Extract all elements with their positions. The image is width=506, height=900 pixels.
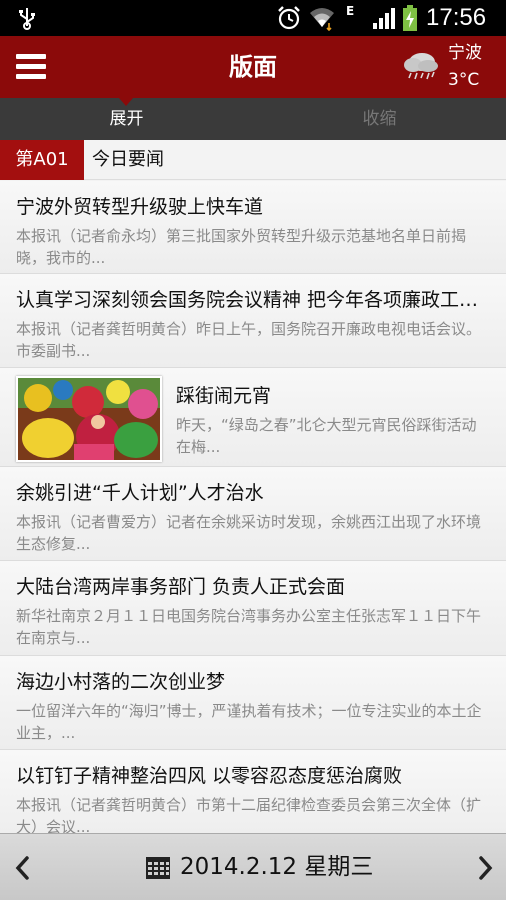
- article-item[interactable]: 海边小村落的二次创业梦 一位留洋六年的“海归”博士，严谨执着有技术；一位专注实业…: [0, 656, 506, 750]
- article-summary: 新华社南京２月１１日电国务院台湾事务办公室主任张志军１１日下午在南京与...: [16, 607, 482, 647]
- rain-cloud-icon[interactable]: [402, 48, 440, 84]
- article-item[interactable]: 以钉钉子精神整治四风 以零容忍态度惩治腐败 本报讯（记者龚哲明黄合）市第十二届纪…: [0, 750, 506, 833]
- lantern-festival-image: [18, 378, 160, 460]
- article-title: 余姚引进“千人计划”人才治水: [16, 482, 264, 504]
- date-navigation-bar: 2014.2.12 星期三: [0, 833, 506, 900]
- article-summary: 昨天，“绿岛之春”北仑大型元宵民俗踩街活动在梅...: [176, 416, 477, 456]
- weather-city[interactable]: 宁波: [448, 42, 482, 64]
- tab-expand[interactable]: 展开: [0, 98, 253, 140]
- article-summary: 一位留洋六年的“海归”博士，严谨执着有技术；一位专注实业的本土企业主，...: [16, 702, 482, 742]
- article-summary: 本报讯（记者曹爱方）记者在余姚采访时发现，余姚西江出现了水环境生态修复...: [16, 513, 482, 553]
- alarm-icon: [278, 6, 300, 30]
- article-title: 海边小村落的二次创业梦: [16, 671, 226, 693]
- article-summary: 本报讯（记者龚哲明黄合）昨日上午，国务院召开廉政电视电话会议。市委副书...: [16, 320, 482, 360]
- tab-bar: 展开 收缩: [0, 98, 506, 140]
- article-title: 认真学习深刻领会国务院会议精神 把今年各项廉政工作落到实处: [16, 289, 492, 311]
- article-title: 大陆台湾两岸事务部门 负责人正式会面: [16, 576, 346, 598]
- article-item[interactable]: 大陆台湾两岸事务部门 负责人正式会面 新华社南京２月１１日电国务院台湾事务办公室…: [0, 561, 506, 656]
- app-bar: 版面 宁波 3°C: [0, 36, 506, 98]
- battery-charging-icon: [403, 5, 417, 31]
- chevron-right-icon[interactable]: [470, 848, 500, 888]
- article-list[interactable]: 宁波外贸转型升级驶上快车道 本报讯（记者俞永均）第三批国家外贸转型升级示范基地名…: [0, 181, 506, 833]
- current-date[interactable]: 2014.2.12 星期三: [180, 851, 373, 883]
- article-item[interactable]: 踩街闹元宵 昨天，“绿岛之春”北仑大型元宵民俗踩街活动在梅...: [0, 368, 506, 467]
- article-item[interactable]: 认真学习深刻领会国务院会议精神 把今年各项廉政工作落到实处 本报讯（记者龚哲明黄…: [0, 274, 506, 368]
- chevron-left-icon[interactable]: [8, 848, 38, 888]
- section-page-badge: 第A01: [0, 140, 84, 180]
- article-title: 以钉钉子精神整治四风 以零容忍态度惩治腐败: [16, 765, 403, 787]
- article-summary: 本报讯（记者俞永均）第三批国家外贸转型升级示范基地名单日前揭晓，我市的...: [16, 227, 467, 267]
- wifi-icon: [310, 8, 334, 31]
- article-item[interactable]: 余姚引进“千人计划”人才治水 本报讯（记者曹爱方）记者在余姚采访时发现，余姚西江…: [0, 467, 506, 561]
- section-header[interactable]: 第A01 今日要闻: [0, 140, 506, 180]
- calendar-icon[interactable]: [146, 857, 170, 879]
- usb-icon: [19, 8, 35, 30]
- section-title: 今日要闻: [92, 149, 164, 170]
- article-item[interactable]: 宁波外贸转型升级驶上快车道 本报讯（记者俞永均）第三批国家外贸转型升级示范基地名…: [0, 181, 506, 274]
- tab-collapse[interactable]: 收缩: [253, 98, 506, 140]
- signal-icon: [373, 8, 395, 29]
- article-summary: 本报讯（记者龚哲明黄合）市第十二届纪律检查委员会第三次全体（扩大）会议...: [16, 796, 482, 833]
- article-title: 宁波外贸转型升级驶上快车道: [16, 196, 264, 218]
- status-bar: E 17:56: [0, 0, 506, 36]
- network-type: E: [346, 4, 355, 18]
- article-title: 踩街闹元宵: [176, 385, 272, 407]
- clock: 17:56: [426, 4, 487, 31]
- weather-temperature[interactable]: 3°C: [448, 69, 479, 91]
- article-thumbnail: [16, 376, 162, 462]
